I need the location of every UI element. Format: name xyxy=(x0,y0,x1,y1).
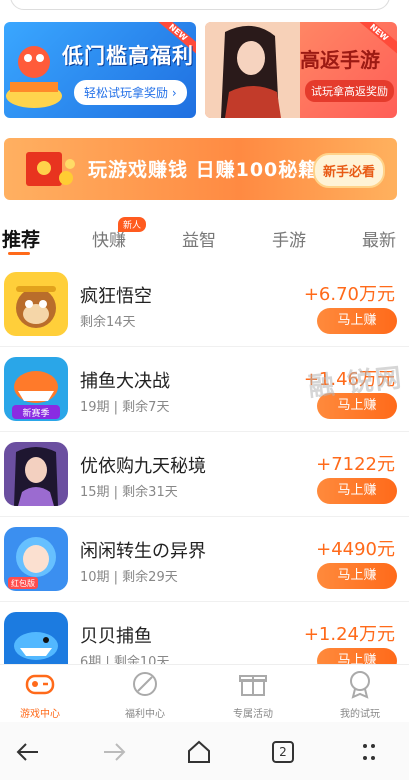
game-reward: +6.70万元 xyxy=(303,284,395,305)
icon-caption: 红包版 xyxy=(11,578,35,588)
search-bar-edge[interactable] xyxy=(10,0,390,10)
gift-icon xyxy=(239,675,267,696)
game-meta: 10期 | 剩余29天 xyxy=(80,570,178,585)
nav-exclusive-events[interactable]: 专属活动 xyxy=(203,669,303,720)
tab-recommend[interactable]: 推荐 xyxy=(2,225,41,255)
bottom-navigation: 游戏中心 福利中心 专属活动 我的试玩 xyxy=(0,664,409,722)
banner-right-pill[interactable]: 试玩拿高返奖励 xyxy=(305,80,394,102)
banner-left-title: 低门槛高福利 xyxy=(62,44,194,68)
boat-character-art xyxy=(6,46,62,108)
fantasy-girl-game-icon xyxy=(4,442,68,506)
tab-label: 益智 xyxy=(182,231,216,251)
nav-welfare-center[interactable]: 福利中心 xyxy=(95,669,195,720)
anime-girl-game-icon: 红包版 xyxy=(4,527,68,591)
newcomer-badge: 新人 xyxy=(118,217,147,232)
game-name: 闲闲转生の异界 xyxy=(80,541,206,562)
game-reward: +7122元 xyxy=(316,454,395,475)
list-item[interactable]: 疯狂悟空 剩余14天 +6.70万元 马上赚 xyxy=(0,262,409,347)
game-name: 疯狂悟空 xyxy=(80,286,152,307)
nav-my-trials[interactable]: 我的试玩 xyxy=(310,669,409,720)
banner-high-rebate[interactable]: NEW 高返手游 试玩拿高返奖励 xyxy=(205,22,397,118)
promo-text: 玩游戏赚钱 日赚100秘籍 xyxy=(88,159,319,181)
banner-right-title: 高返手游 xyxy=(300,48,380,72)
nav-label: 我的试玩 xyxy=(340,709,380,720)
game-name: 贝贝捕鱼 xyxy=(80,626,152,647)
earn-now-button[interactable]: 马上赚 xyxy=(317,308,397,334)
nav-label: 专属活动 xyxy=(233,709,273,720)
game-name: 捕鱼大决战 xyxy=(80,371,170,392)
icon-caption: 新赛季 xyxy=(22,407,49,419)
active-tab-indicator xyxy=(8,252,30,255)
tab-label: 手游 xyxy=(272,231,306,251)
forward-arrow-icon[interactable] xyxy=(100,738,128,766)
earn-now-button[interactable]: 马上赚 xyxy=(317,478,397,504)
game-meta: 剩余14天 xyxy=(80,315,136,330)
category-tabs: 推荐 快赚 新人 益智 手游 最新 xyxy=(0,217,409,258)
game-center-page: NEW 低门槛高福利 轻松试玩拿奖励 › NEW 高返手游 试玩拿高返奖励 玩游… xyxy=(0,0,409,780)
game-meta: 15期 | 剩余31天 xyxy=(80,485,178,500)
earn-money-promo[interactable]: 玩游戏赚钱 日赚100秘籍 新手必看 xyxy=(4,138,397,200)
welfare-icon xyxy=(133,672,157,696)
browser-navigation-bar: 2 xyxy=(0,722,409,780)
list-item[interactable]: 红包版 闲闲转生の异界 10期 | 剩余29天 +4490元 马上赚 xyxy=(0,517,409,602)
list-item[interactable]: 优依购九天秘境 15期 | 剩余31天 +7122元 马上赚 xyxy=(0,432,409,517)
banner-low-threshold[interactable]: NEW 低门槛高福利 轻松试玩拿奖励 › xyxy=(4,22,196,118)
tab-mobile-games[interactable]: 手游 xyxy=(272,226,306,251)
medal-icon xyxy=(350,671,370,699)
warrior-girl-art xyxy=(205,22,300,118)
game-meta: 19期 | 剩余7天 xyxy=(80,400,170,415)
game-reward: +1.24万元 xyxy=(303,624,395,645)
tab-label: 推荐 xyxy=(2,229,41,251)
tab-quick-earn[interactable]: 快赚 新人 xyxy=(92,217,147,251)
nav-game-center[interactable]: 游戏中心 xyxy=(0,669,90,720)
more-menu-icon[interactable] xyxy=(355,738,383,766)
earn-now-button[interactable]: 马上赚 xyxy=(317,563,397,589)
tab-latest[interactable]: 最新 xyxy=(362,226,396,251)
newbie-guide-button[interactable]: 新手必看 xyxy=(312,153,385,188)
game-name: 优依购九天秘境 xyxy=(80,456,206,477)
tab-puzzle[interactable]: 益智 xyxy=(182,226,216,251)
tab-label: 最新 xyxy=(362,231,396,251)
shark-game-icon: 新赛季 xyxy=(4,357,68,421)
tab-count-button[interactable]: 2 xyxy=(272,741,294,763)
back-arrow-icon[interactable] xyxy=(14,738,42,766)
gamepad-icon xyxy=(25,674,55,695)
monkey-game-icon xyxy=(4,272,68,336)
game-reward: +4490元 xyxy=(316,539,395,560)
tab-label: 快赚 xyxy=(92,231,126,251)
banner-left-pill[interactable]: 轻松试玩拿奖励 › xyxy=(74,80,187,105)
red-envelope-icon xyxy=(26,152,75,186)
home-icon[interactable] xyxy=(185,738,213,766)
nav-label: 福利中心 xyxy=(125,709,165,720)
nav-label: 游戏中心 xyxy=(20,709,60,720)
